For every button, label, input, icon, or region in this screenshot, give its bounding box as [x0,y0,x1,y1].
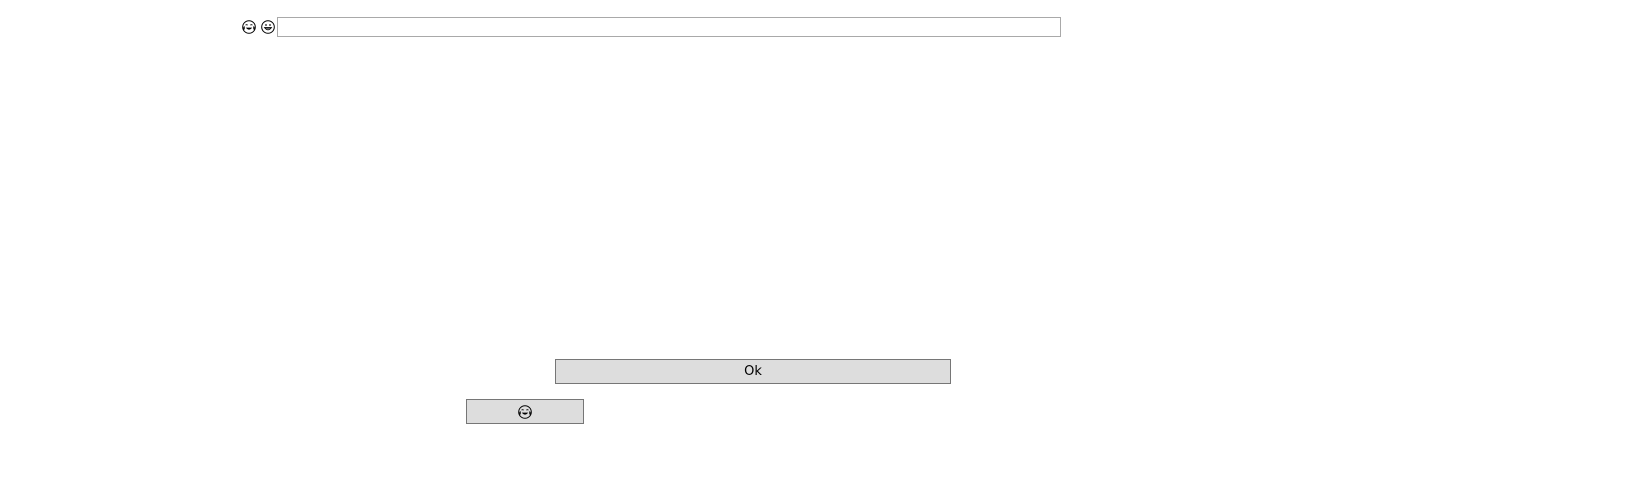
grinning-face-icon [261,20,275,34]
laughing-face-with-tears-icon [242,20,256,34]
text-input[interactable] [277,17,1061,37]
laughing-face-with-tears-icon [518,404,532,419]
emoji-button[interactable] [466,399,584,424]
ok-button-label: Ok [744,364,762,379]
ok-button[interactable]: Ok [555,359,951,384]
